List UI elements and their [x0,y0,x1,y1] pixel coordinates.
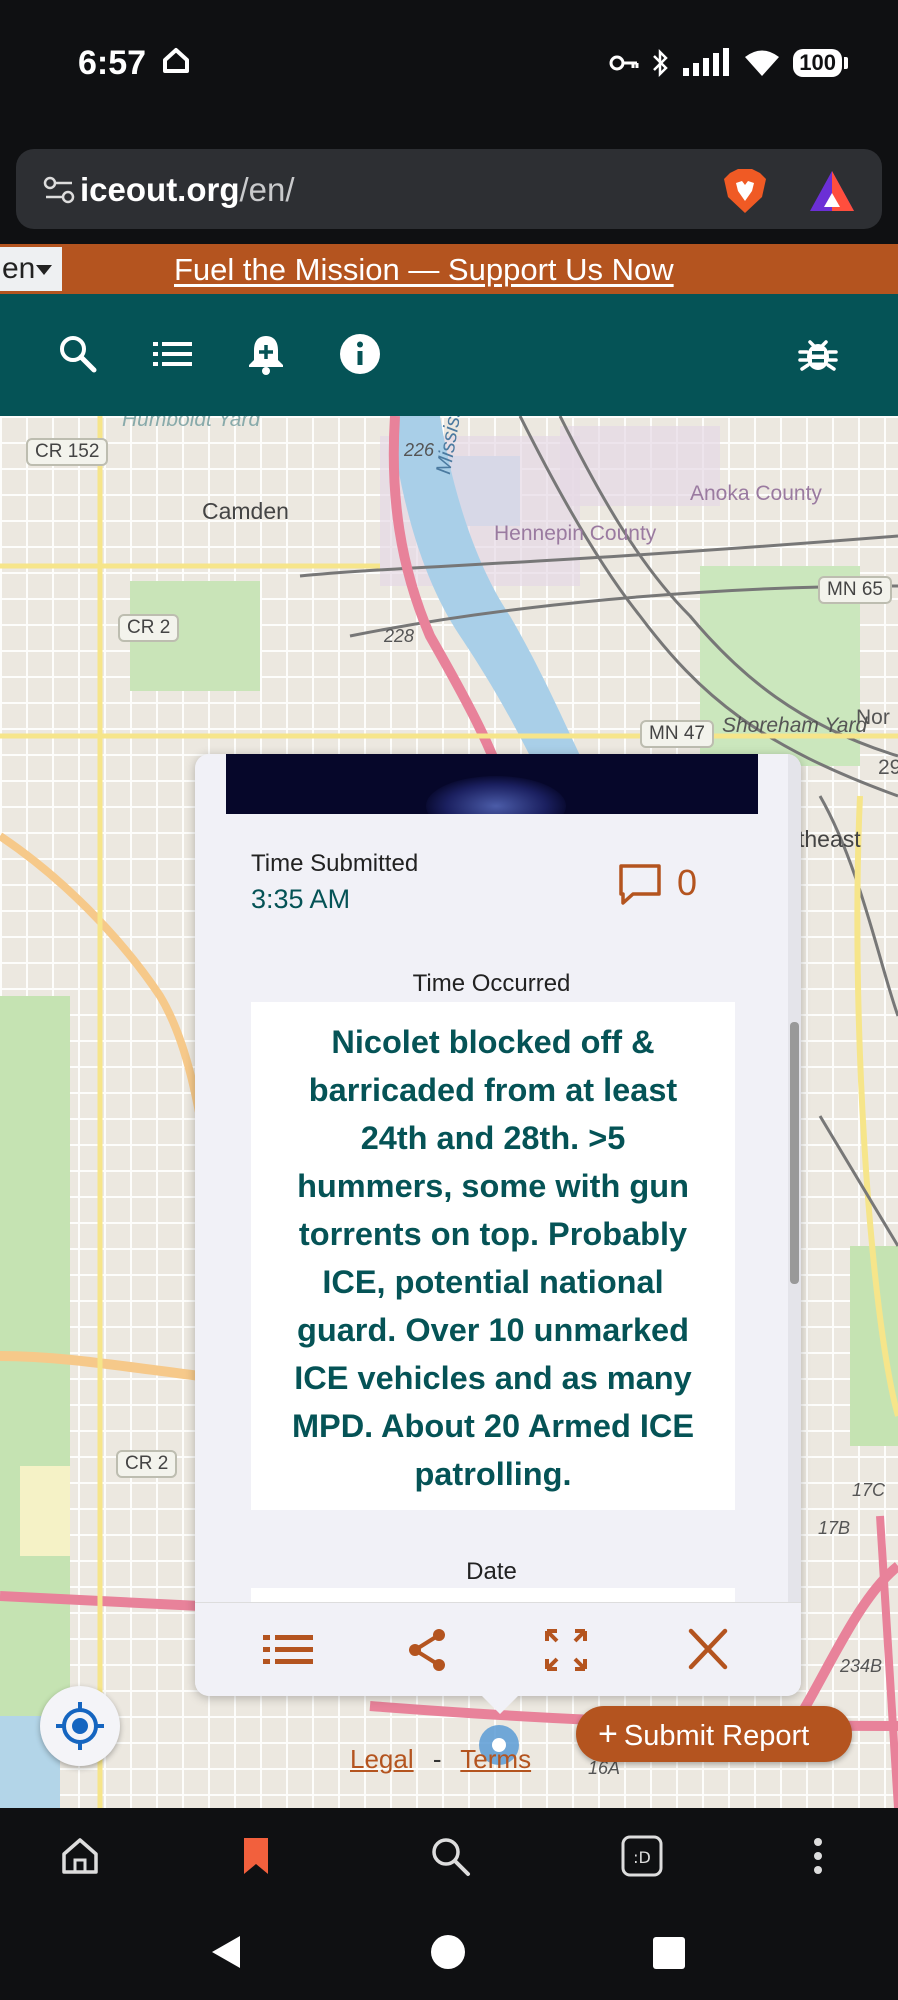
road-shield-cr2-top: CR 2 [118,614,180,642]
share-icon[interactable] [401,1627,455,1673]
comment-icon[interactable] [617,862,663,906]
map-label-northeast: theast [798,826,861,852]
time-occurred-label: Time Occurred [412,970,571,997]
bookmark-icon[interactable] [234,1834,278,1878]
route-228: 228 [384,626,415,646]
back-icon[interactable] [208,1932,244,1972]
legal-links: Legal - Terms [350,1744,531,1775]
language-value: en [2,252,36,285]
route-234b: 234B [840,1656,883,1676]
home-nav-icon[interactable] [430,1934,466,1970]
expand-icon[interactable] [539,1627,593,1673]
report-media[interactable] [226,754,758,814]
map-label-hennepin: Hennepin County [494,522,657,545]
url-path: /en/ [239,171,295,208]
date-label: Date [466,1558,517,1585]
status-time: 6:57 [78,44,147,82]
search-icon[interactable] [56,332,100,376]
url-text[interactable]: iceout.org/en/ [80,171,295,209]
road-shield-cr2-bottom: CR 2 [116,1450,178,1478]
wifi-icon [745,50,780,76]
bug-icon[interactable] [796,332,840,376]
terms-link[interactable]: Terms [460,1744,531,1774]
bluetooth-icon [653,48,669,78]
map-label-nort: Nor [856,706,890,729]
list-icon[interactable] [150,332,194,376]
url-bar[interactable]: iceout.org/en/ [16,149,882,229]
close-icon[interactable] [681,1627,735,1673]
map-label-humboldt: Humboldt Yard [122,416,261,431]
submit-report-label: Submit Report [623,1720,810,1752]
language-select[interactable]: en [0,247,62,291]
signal-icon [683,48,730,76]
popup-action-bar [195,1602,801,1696]
road-shield-mn65: MN 65 [818,576,892,604]
locate-me-button[interactable] [40,1686,120,1766]
map-label-shoreham: Shoreham Yard [722,714,868,737]
more-menu-icon[interactable] [796,1834,840,1878]
tabs-icon[interactable]: :D [620,1834,664,1878]
support-link[interactable]: Fuel the Mission — Support Us Now [174,252,674,288]
status-indicators: 100 [609,48,848,78]
support-banner: en Fuel the Mission — Support Us Now [0,244,898,294]
map-label-anoka: Anoka County [690,482,822,505]
battery-level: 100 [793,49,842,77]
road-shield-cr152: CR 152 [26,438,109,466]
description-box: Nicolet blocked off & barricaded from at… [251,1002,735,1510]
route-226: 226 [404,440,435,460]
app-toolbar [0,294,898,416]
submit-report-button[interactable]: + Submit Report [576,1706,852,1762]
crosshair-icon [56,1702,104,1750]
comment-count[interactable]: 0 [677,862,697,904]
chevron-down-icon [36,265,53,276]
map-label-camden: Camden [202,498,289,524]
system-nav-bar [0,1904,898,2000]
road-shield-mn47: MN 47 [640,720,714,748]
info-icon[interactable] [338,332,382,376]
time-submitted-label: Time Submitted [251,850,419,877]
time-submitted-value: 3:35 AM [251,884,351,914]
report-description: Nicolet blocked off & barricaded from at… [291,1024,695,1492]
brave-rewards-icon[interactable] [808,169,856,213]
list-icon[interactable] [261,1627,315,1673]
browser-bottom-nav: :D [0,1808,898,1904]
home-status-icon [163,48,189,73]
route-17b: 17B [818,1518,851,1538]
legal-link[interactable]: Legal [350,1744,414,1774]
home-icon[interactable] [58,1834,102,1878]
site-settings-icon[interactable] [42,173,76,207]
plus-icon: + [598,1715,618,1753]
brave-shields-icon[interactable] [722,167,768,215]
search-icon[interactable] [428,1834,472,1878]
vpn-key-icon [609,55,639,71]
recents-icon[interactable] [652,1936,686,1970]
map-label-29: 29 [878,756,898,779]
svg-text::D: :D [633,1848,651,1867]
popup-scrollbar-thumb[interactable] [790,1022,799,1284]
report-popup: Time Submitted 3:35 AM 0 Time Occurred N… [195,754,801,1696]
legal-separator: - [432,1744,442,1774]
route-17c: 17C [852,1480,886,1500]
popup-pointer [482,1696,518,1714]
url-domain: iceout.org [80,171,240,208]
browser-url-area: iceout.org/en/ [0,140,898,244]
status-bar: 6:57 100 [0,0,898,140]
notification-add-icon[interactable] [244,332,288,376]
battery-icon: 100 [793,49,848,77]
